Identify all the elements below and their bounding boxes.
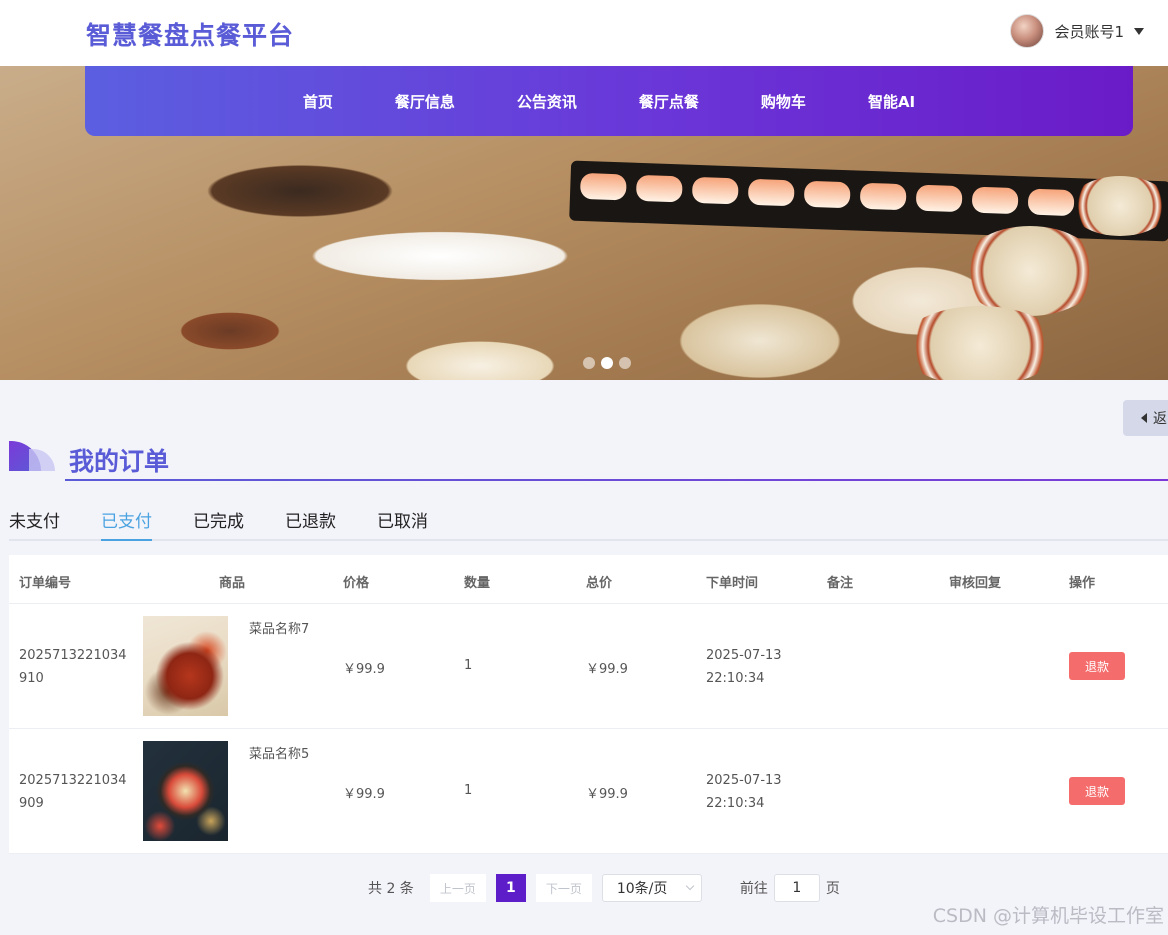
goto-prefix: 前往 (739, 881, 768, 897)
quantity: 1 (464, 658, 473, 673)
title-divider (65, 479, 1168, 481)
goto-suffix: 页 (825, 881, 840, 897)
back-button[interactable]: 返 (1123, 400, 1168, 436)
carousel-indicators (583, 357, 631, 369)
table-header: 订单编号 商品 价格 数量 总价 下单时间 备注 审核回复 操作 (9, 555, 1168, 604)
page-title: 我的订单 (69, 447, 170, 476)
order-time: 2025-07-13 22:10:34 (706, 773, 782, 811)
prev-page-button[interactable]: 上一页 (429, 874, 486, 902)
nav-ai[interactable]: 智能AI (837, 91, 946, 112)
orders-table: 订单编号 商品 价格 数量 总价 下单时间 备注 审核回复 操作 2025713… (9, 555, 1168, 854)
pagination-total: 共 2 条 (368, 881, 414, 897)
tab-completed[interactable]: 已完成 (193, 508, 244, 541)
col-reply: 审核回复 (949, 576, 1002, 591)
goto-page-input[interactable] (773, 874, 820, 902)
price: ￥99.9 (343, 662, 385, 677)
page-number-current[interactable]: 1 (495, 874, 526, 902)
page-size-select[interactable]: 10条/页 (601, 874, 702, 902)
carousel-dot[interactable] (583, 357, 595, 369)
col-action: 操作 (1069, 576, 1096, 591)
tab-paid[interactable]: 已支付 (101, 508, 152, 541)
caret-down-icon[interactable] (1134, 27, 1144, 35)
top-header: 智慧餐盘点餐平台 会员账号1 (0, 0, 1168, 66)
carousel-dot[interactable] (619, 357, 631, 369)
next-page-button[interactable]: 下一页 (535, 874, 592, 902)
total-price: ￥99.9 (586, 662, 628, 677)
col-price: 价格 (343, 576, 370, 591)
dish-name: 菜品名称5 (249, 747, 310, 762)
main-nav: 首页 餐厅信息 公告资讯 餐厅点餐 购物车 智能AI (85, 66, 1133, 136)
order-number: 2025713221034910 (19, 648, 127, 686)
col-product: 商品 (219, 576, 246, 591)
order-number: 2025713221034909 (19, 773, 127, 811)
refund-button[interactable]: 退款 (1069, 652, 1125, 680)
dish-image[interactable] (143, 616, 228, 716)
watermark: CSDN @计算机毕设工作室 (932, 905, 1164, 927)
page-size-value: 10条/页 (616, 881, 668, 897)
order-status-tabs: 未支付 已支付 已完成 已退款 已取消 (9, 508, 1168, 541)
avatar[interactable] (1010, 14, 1045, 48)
tab-cancelled[interactable]: 已取消 (377, 508, 428, 541)
back-label: 返 (1153, 411, 1167, 427)
dish-image[interactable] (143, 741, 228, 841)
pagination: 共 2 条 上一页 1 下一页 10条/页 前往 页 (368, 874, 840, 902)
order-time: 2025-07-13 22:10:34 (706, 648, 782, 686)
carousel-dot-active[interactable] (601, 357, 613, 369)
nav-restaurant-info[interactable]: 餐厅信息 (364, 91, 486, 112)
col-qty: 数量 (464, 576, 491, 591)
price: ￥99.9 (343, 787, 385, 802)
chevron-down-icon (685, 881, 695, 891)
nav-home[interactable]: 首页 (272, 91, 364, 112)
col-total: 总价 (586, 576, 613, 591)
tab-refunded[interactable]: 已退款 (285, 508, 336, 541)
user-menu[interactable]: 会员账号1 (1010, 14, 1144, 48)
refund-button[interactable]: 退款 (1069, 777, 1125, 805)
user-name[interactable]: 会员账号1 (1054, 21, 1124, 42)
dish-name: 菜品名称7 (249, 622, 310, 637)
col-order-no: 订单编号 (19, 576, 72, 591)
col-time: 下单时间 (706, 576, 759, 591)
title-decoration-icon (9, 441, 55, 471)
table-row: 2025713221034909 菜品名称5 ￥99.9 1 ￥99.9 202… (9, 729, 1168, 854)
tab-unpaid[interactable]: 未支付 (9, 508, 60, 541)
col-note: 备注 (827, 576, 854, 591)
caret-left-icon (1141, 413, 1147, 423)
nav-order-food[interactable]: 餐厅点餐 (608, 91, 730, 112)
total-price: ￥99.9 (586, 787, 628, 802)
quantity: 1 (464, 783, 473, 798)
nav-cart[interactable]: 购物车 (730, 91, 837, 112)
nav-announcements[interactable]: 公告资讯 (486, 91, 608, 112)
site-logo[interactable]: 智慧餐盘点餐平台 (86, 16, 294, 52)
table-row: 2025713221034910 菜品名称7 ￥99.9 1 ￥99.9 202… (9, 604, 1168, 729)
